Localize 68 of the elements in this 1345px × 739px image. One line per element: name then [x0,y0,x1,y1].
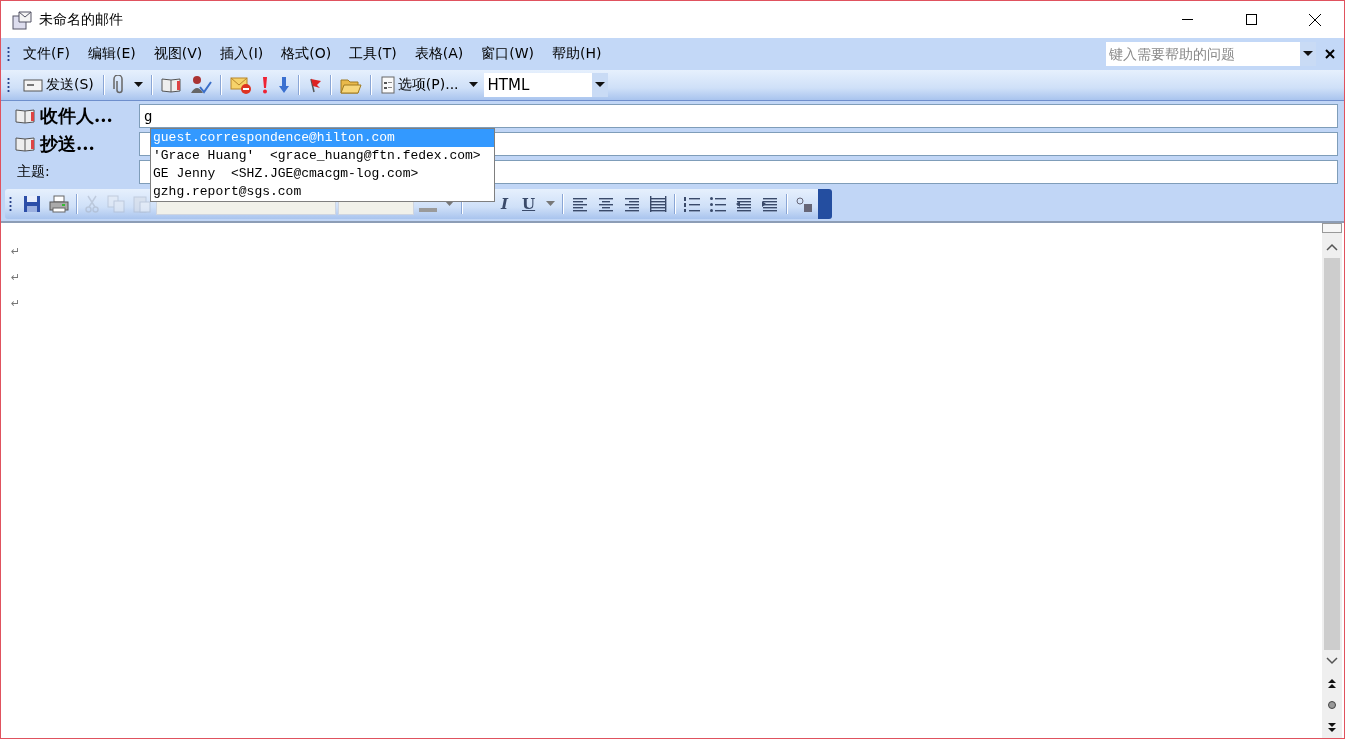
menu-item[interactable]: 插入(I) [213,42,271,66]
address-book-icon [15,136,35,152]
next-page-icon[interactable] [1328,722,1336,732]
menu-item[interactable]: 表格(A) [407,42,471,66]
printer-icon[interactable] [49,195,69,213]
menu-item[interactable]: 文件(F) [16,42,77,66]
copy-icon [107,195,125,213]
close-icon[interactable] [1325,49,1335,59]
increase-indent-icon[interactable] [761,195,780,213]
down-arrow-icon[interactable] [277,76,290,94]
options-button[interactable]: 选项(P)... [376,73,463,97]
send-button[interactable]: 发送(S) [19,73,98,97]
align-right-icon[interactable] [623,195,642,213]
cc-button[interactable]: 抄送... [11,132,95,156]
font-color-icon[interactable] [419,207,437,212]
clipboard-icon [133,195,151,213]
paragraph-mark: ↵ [11,244,22,260]
italic-button[interactable]: I [495,193,515,215]
paragraph-mark: ↵ [11,296,22,312]
to-field[interactable]: g [139,104,1338,128]
person-check-icon[interactable] [189,75,212,95]
underline-button[interactable]: U [516,193,542,215]
menu-item[interactable]: 编辑(E) [81,42,143,66]
caret-icon[interactable] [468,82,478,88]
subject-label: 主题: [16,163,50,181]
address-book-icon[interactable] [160,76,181,94]
window-title: 未命名的邮件 [39,10,124,29]
dropdown-arrow-icon[interactable] [594,82,605,88]
maximize-icon[interactable] [1245,14,1257,25]
scrollbar[interactable] [1322,223,1342,738]
format-select[interactable]: HTML [483,73,608,97]
autocomplete-item[interactable]: GE Jenny <SHZ.JGE@cmacgm-log.com> [151,165,494,183]
document-icon[interactable] [380,76,395,94]
align-left-icon[interactable] [571,195,590,213]
browse-object-icon[interactable] [1328,701,1336,709]
menu-item[interactable]: 格式(O) [274,42,339,66]
split-handle[interactable] [1322,223,1342,233]
mail-window-icon [11,9,33,30]
exclamation-icon[interactable] [260,76,269,94]
bullet-list-icon[interactable] [709,195,728,213]
scroll-up-icon[interactable] [1326,243,1338,251]
help-search-field[interactable]: 键入需要帮助的问题 [1106,42,1316,66]
autocomplete-item[interactable]: gzhg.report@sgs.com [151,183,494,201]
decrease-indent-icon[interactable] [735,195,754,213]
scissors-icon [85,195,99,213]
distribute-icon[interactable] [649,195,668,213]
menu-item[interactable]: 工具(T) [342,42,404,66]
paragraph-mark: ↵ [11,270,22,286]
to-button[interactable]: 收件人... [11,104,113,128]
dropdown-arrow-icon[interactable] [1303,51,1313,57]
align-center-icon[interactable] [597,195,616,213]
flag-icon[interactable] [307,77,322,93]
phonetic-guide-icon[interactable] [795,195,814,213]
minimize-icon[interactable] [1181,18,1193,21]
menu-item[interactable]: 视图(V) [146,42,210,66]
numbered-list-icon[interactable] [683,195,702,213]
address-book-icon [15,108,35,124]
menu-item[interactable]: 窗口(W) [474,42,542,66]
close-icon[interactable] [1309,13,1321,26]
paperclip-icon[interactable] [112,75,125,95]
toolbar-overflow-button[interactable] [818,189,833,219]
previous-page-icon[interactable] [1328,678,1336,688]
envelope-icon [23,78,43,92]
menu-item[interactable]: 帮助(H) [545,42,609,66]
scroll-down-icon[interactable] [1326,657,1338,665]
autocomplete-item[interactable]: 'Grace Huang' <grace_huang@ftn.fedex.com> [151,147,494,165]
caret-icon[interactable] [133,82,143,88]
envelope-block-icon[interactable] [229,75,252,95]
